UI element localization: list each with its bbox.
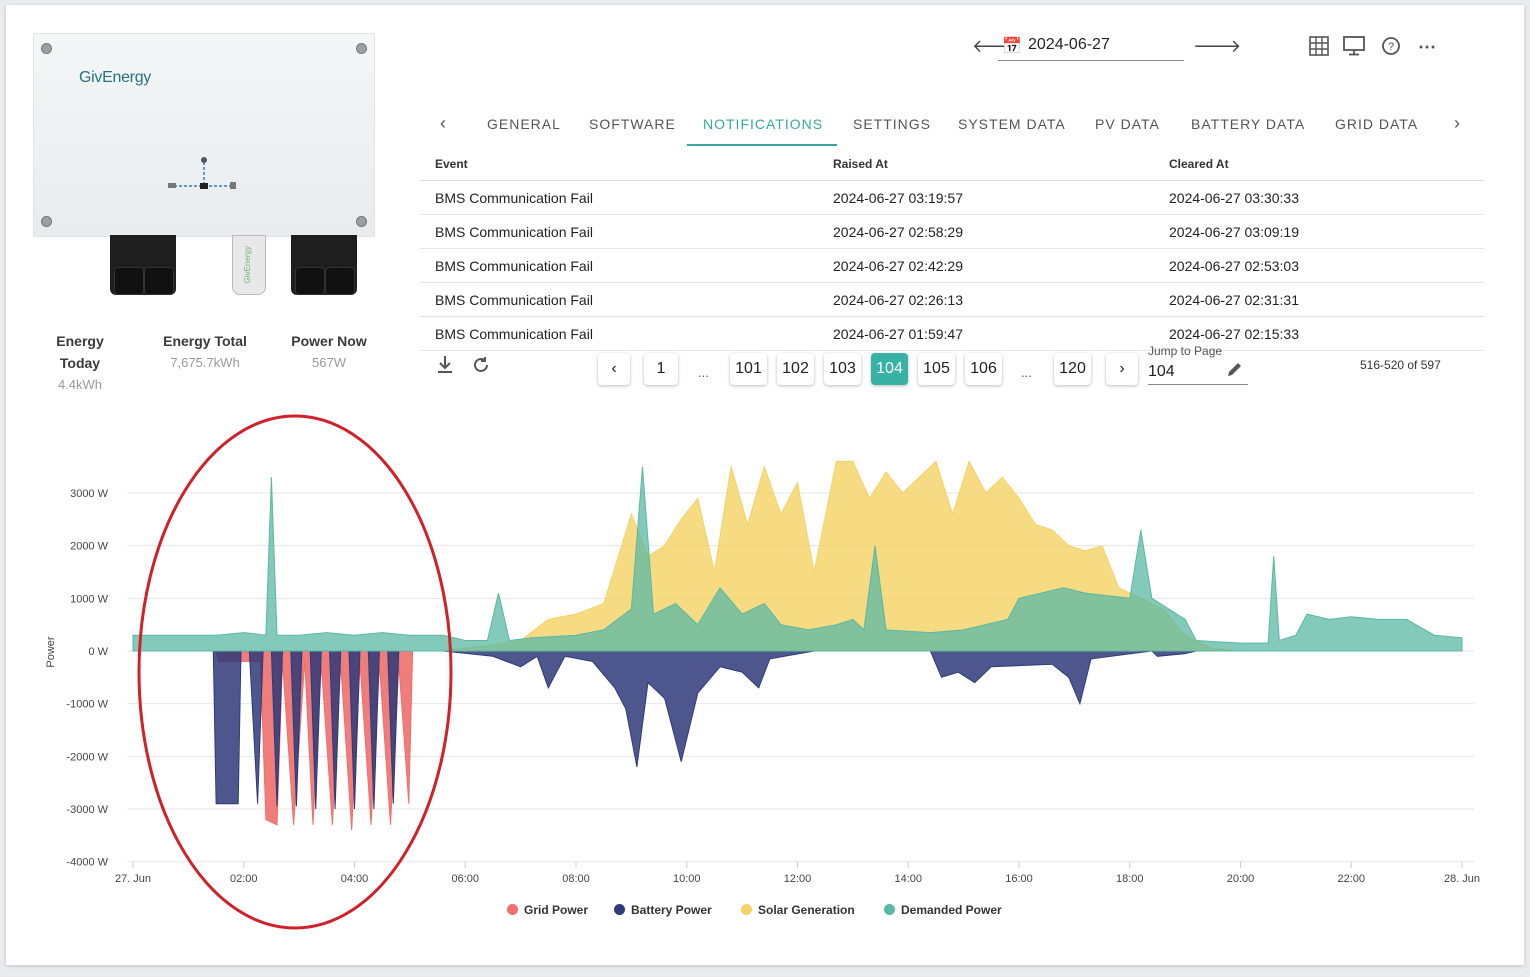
y-tick-label: -1000 W bbox=[66, 699, 108, 711]
y-tick-label: -4000 W bbox=[66, 857, 108, 869]
chart-series-areas bbox=[132, 460, 1463, 831]
legend-label: Battery Power bbox=[631, 903, 712, 917]
legend-swatch bbox=[741, 904, 752, 915]
x-tick-label: 02:00 bbox=[230, 873, 258, 885]
legend-item-demanded-power[interactable]: Demanded Power bbox=[884, 903, 1002, 917]
y-tick-label: 2000 W bbox=[70, 541, 109, 553]
y-tick-label: -2000 W bbox=[66, 751, 108, 763]
x-tick-label: 06:00 bbox=[451, 873, 479, 885]
y-tick-label: 1000 W bbox=[70, 593, 109, 605]
legend-label: Solar Generation bbox=[758, 903, 855, 917]
legend-label: Demanded Power bbox=[901, 903, 1002, 917]
x-tick-label: 16:00 bbox=[1005, 873, 1033, 885]
legend-item-solar-generation[interactable]: Solar Generation bbox=[741, 903, 855, 917]
y-axis-label: Power bbox=[45, 636, 57, 668]
y-tick-label: 3000 W bbox=[70, 488, 109, 500]
x-tick-label: 14:00 bbox=[894, 873, 922, 885]
y-axis-ticks: 3000 W 2000 W 1000 W 0 W -1000 W -2000 W -3000… bbox=[66, 488, 108, 869]
legend-label: Grid Power bbox=[524, 903, 589, 917]
x-tick-label: 04:00 bbox=[341, 873, 369, 885]
y-tick-label: -3000 W bbox=[66, 804, 108, 816]
y-tick-label: 0 W bbox=[88, 646, 108, 658]
legend-swatch bbox=[884, 904, 895, 915]
legend-swatch bbox=[614, 904, 625, 915]
legend-swatch bbox=[507, 904, 518, 915]
x-tick-label: 18:00 bbox=[1116, 873, 1144, 885]
x-tick-label: 22:00 bbox=[1337, 873, 1365, 885]
x-tick-label: 12:00 bbox=[784, 873, 812, 885]
x-axis-ticks: 27. Jun 02:00 04:00 06:00 08:00 10:00 12:00 14:… bbox=[115, 862, 1480, 885]
x-tick-label: 10:00 bbox=[673, 873, 701, 885]
x-tick-label: 27. Jun bbox=[115, 873, 151, 885]
series-area-solar-generation[interactable] bbox=[133, 460, 1462, 652]
x-tick-label: 20:00 bbox=[1227, 873, 1255, 885]
legend-item-grid-power[interactable]: Grid Power bbox=[507, 903, 588, 917]
power-chart: 3000 W 2000 W 1000 W 0 W -1000 W -2000 W -3000… bbox=[45, 414, 1480, 930]
x-tick-label: 28. Jun bbox=[1444, 873, 1480, 885]
legend-item-battery-power[interactable]: Battery Power bbox=[614, 903, 712, 917]
x-tick-label: 08:00 bbox=[562, 873, 590, 885]
